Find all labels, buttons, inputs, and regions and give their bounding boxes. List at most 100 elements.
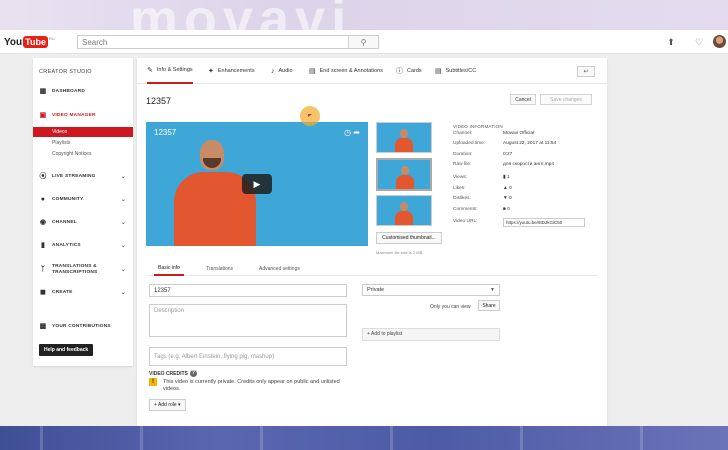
end-screen-icon: ▤ xyxy=(309,68,316,75)
youtube-logo[interactable]: You Tube RU xyxy=(4,36,55,48)
chevron-down-icon: ⌄ xyxy=(120,219,126,226)
help-feedback-button[interactable]: Help and feedback xyxy=(39,344,94,356)
thumbnail-option[interactable] xyxy=(376,122,432,153)
custom-thumbnail-button[interactable]: Customised thumbnail... xyxy=(376,232,442,244)
thumbnail-shirt xyxy=(395,211,413,225)
info-row-likes: Likes: ▲ 0 xyxy=(453,186,512,191)
cancel-button[interactable]: Cancel xyxy=(510,94,536,105)
play-button[interactable]: ▶ xyxy=(242,174,272,194)
thumbnail-head xyxy=(400,202,408,211)
tab-label: End screen & Annotations xyxy=(319,68,383,74)
info-value: ▼ 0 xyxy=(503,196,512,201)
translate-icon: ᛉ xyxy=(40,266,46,273)
add-role-button[interactable]: + Add role ▾ xyxy=(149,399,186,411)
bell-icon[interactable]: ♡ xyxy=(694,37,704,47)
banner-stripe xyxy=(390,426,393,450)
info-value: August 22, 2017 at 11:54 xyxy=(503,141,557,146)
dislikes-count: 0 xyxy=(509,196,512,201)
tab-info-settings[interactable]: ✎ Info & Settings xyxy=(147,58,193,84)
back-arrow-icon: ↩ xyxy=(583,69,589,75)
sidebar-item-label: CHANNEL xyxy=(52,219,77,225)
info-row-channel: Channel: Movavi Official xyxy=(453,131,534,136)
credits-heading: VIDEO CREDITS? xyxy=(149,370,197,377)
bar-chart-icon: ▮ xyxy=(503,175,506,180)
chevron-down-icon: ⌄ xyxy=(120,173,126,180)
info-value[interactable]: Movavi Official xyxy=(503,131,534,136)
upload-icon[interactable]: ⬆ xyxy=(666,37,676,47)
tab-subtitles[interactable]: ▤ Subtitles/CC xyxy=(435,58,476,84)
privacy-value: Private xyxy=(367,287,385,293)
tab-basic-info[interactable]: Basic info xyxy=(154,262,184,276)
tab-cards[interactable]: ⓘ Cards xyxy=(396,58,422,84)
tab-advanced-settings[interactable]: Advanced settings xyxy=(259,262,300,276)
sidebar-title: CREATOR STUDIO xyxy=(39,69,92,75)
create-icon: ◼ xyxy=(39,289,46,296)
sidebar-item-analytics[interactable]: ▮ ANALYTICS ⌄ xyxy=(33,239,133,251)
search-input[interactable] xyxy=(78,36,348,48)
sidebar-item-label: LIVE STREAMING xyxy=(52,173,96,179)
thumbnail-option[interactable] xyxy=(376,195,432,226)
tab-end-screen[interactable]: ▤ End screen & Annotations xyxy=(309,58,383,84)
music-icon: ♪ xyxy=(271,67,275,75)
tab-label: Enhancements xyxy=(217,68,255,74)
sidebar-item-translations[interactable]: ᛉ TRANSLATIONS & TRANSCRIPTIONS ⌄ xyxy=(33,262,133,278)
info-row-raw-file: Raw file: для скорости англ.mp4 xyxy=(453,162,554,167)
info-label: Channel: xyxy=(453,131,473,136)
sidebar-item-contributions[interactable]: ▩ YOUR CONTRIBUTIONS xyxy=(33,320,133,332)
translations-line-2: TRANSCRIPTIONS xyxy=(52,270,98,275)
analytics-icon: ▮ xyxy=(40,242,46,249)
clock-icon[interactable]: ◷ xyxy=(344,128,351,137)
comments-count: 0 xyxy=(507,207,510,212)
privacy-select[interactable]: Private ▼ xyxy=(362,284,500,296)
comment-icon: ■ xyxy=(503,207,506,212)
community-icon: ● xyxy=(40,195,46,203)
help-icon[interactable]: ? xyxy=(189,370,197,377)
sidebar-item-label: TRANSLATIONS & TRANSCRIPTIONS xyxy=(52,264,97,276)
tab-translations[interactable]: Translations xyxy=(206,262,233,276)
chevron-down-icon: ⌄ xyxy=(120,267,126,273)
sidebar-item-label: CREATE xyxy=(52,289,73,295)
info-row-views: Views: ▮ 1 xyxy=(453,175,510,180)
sidebar-item-create[interactable]: ◼ CREATE ⌄ xyxy=(33,286,133,298)
sidebar-item-live-streaming[interactable]: ⦿ LIVE STREAMING ⌄ xyxy=(33,170,133,182)
sidebar-sub-videos[interactable]: Videos xyxy=(33,127,133,137)
tags-input[interactable]: Tags (e.g. Albert Einstein, flying pig, … xyxy=(149,347,347,366)
sidebar-item-video-manager[interactable]: ▣ VIDEO MANAGER xyxy=(33,109,133,121)
wand-icon: ✦ xyxy=(208,68,214,75)
video-player[interactable]: 12357 ◷ ➦ ▶ xyxy=(146,122,368,246)
add-to-playlist-button[interactable]: + Add to playlist xyxy=(362,328,500,341)
form-tabs: Basic info Translations Advanced setting… xyxy=(146,262,598,276)
back-button[interactable]: ↩ xyxy=(577,66,595,77)
thumbnail-shirt xyxy=(395,138,413,152)
share-button[interactable]: Share xyxy=(478,300,500,311)
tab-audio[interactable]: ♪ Audio xyxy=(271,58,293,84)
sidebar-item-label: COMMUNITY xyxy=(52,196,84,202)
tab-label: Cards xyxy=(407,68,422,74)
banner-stripe xyxy=(640,426,643,450)
sidebar-item-community[interactable]: ● COMMUNITY ⌄ xyxy=(33,193,133,205)
chevron-down-icon: ⌄ xyxy=(120,289,126,296)
logo-you: You xyxy=(4,36,23,48)
live-icon: ⦿ xyxy=(39,173,47,180)
banner-watermark: movavi xyxy=(130,0,353,30)
pencil-icon: ✎ xyxy=(147,67,153,74)
info-label: Comments: xyxy=(453,207,478,212)
sidebar-sub-copyright[interactable]: Copyright Notices xyxy=(33,149,133,159)
info-label: Likes: xyxy=(453,186,466,191)
avatar[interactable] xyxy=(713,35,726,48)
title-input[interactable]: 12357 xyxy=(149,284,347,297)
thumbnail-option-selected[interactable] xyxy=(376,158,432,191)
sidebar-item-dashboard[interactable]: ▦ DASHBOARD xyxy=(33,85,133,97)
save-button[interactable]: Save changes xyxy=(540,94,592,105)
tab-enhancements[interactable]: ✦ Enhancements xyxy=(208,58,255,84)
share-arrow-icon[interactable]: ➦ xyxy=(353,128,360,137)
subtitles-icon: ▤ xyxy=(435,68,442,75)
description-input[interactable]: Description xyxy=(149,304,347,337)
sidebar-item-channel[interactable]: ◉ CHANNEL ⌄ xyxy=(33,216,133,228)
sidebar-sub-playlists[interactable]: Playlists xyxy=(33,138,133,148)
max-size-note: Maximum file size is 2 MB. xyxy=(376,250,424,255)
banner-stripe xyxy=(40,426,43,450)
video-url-field[interactable]: https://youtu.be/6tDJkGiC50 xyxy=(503,218,585,227)
privacy-note: Only you can view xyxy=(430,304,471,310)
search-button[interactable]: ⚲ xyxy=(348,36,378,48)
